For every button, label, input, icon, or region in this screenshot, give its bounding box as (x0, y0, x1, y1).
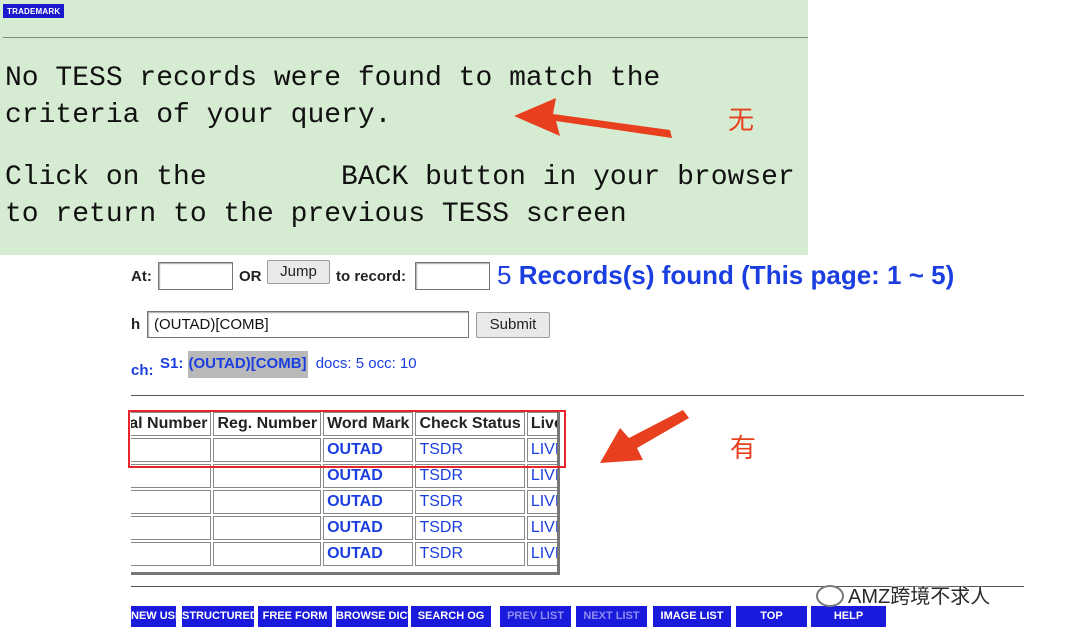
reg-number-cell (213, 490, 322, 514)
query-input[interactable] (147, 311, 469, 338)
structured-button[interactable]: STRUCTURED (182, 606, 254, 627)
highlight-box (128, 410, 566, 468)
word-mark-link[interactable]: OUTAD (323, 490, 414, 514)
tsdr-link[interactable]: TSDR (415, 516, 525, 540)
records-count: 5 (497, 260, 512, 290)
serial-number-cell[interactable] (131, 490, 212, 514)
no-results-panel: TRADEMARK No TESS records were found to … (0, 0, 808, 255)
results-divider-top (131, 395, 1024, 396)
prev-list-button[interactable]: PREV LIST (500, 606, 571, 627)
reg-number-cell (213, 542, 322, 566)
word-mark-link[interactable]: OUTAD (323, 516, 414, 540)
search-stats: docs: 5 occ: 10 (315, 355, 417, 372)
no-records-line-1: No TESS records were found to match the (5, 63, 661, 94)
no-records-line-2: criteria of your query. (5, 100, 392, 131)
divider (3, 37, 808, 38)
live-status-cell: LIVE (526, 490, 557, 514)
image-list-button[interactable]: IMAGE LIST (653, 606, 731, 627)
search-history-entry: S1: (OUTAD)[COMB] docs: 5 occ: 10 (160, 351, 417, 378)
live-status-cell: LIVE (526, 516, 557, 540)
trademark-badge: TRADEMARK (3, 4, 65, 18)
live-status-cell: LIVE (526, 542, 557, 566)
table-row: OUTAD TSDR LIVE (131, 542, 557, 566)
tsdr-link[interactable]: TSDR (415, 490, 525, 514)
reg-number-cell (213, 516, 322, 540)
browse-dict-button[interactable]: BROWSE DICT (336, 606, 408, 627)
arrow-have-icon (600, 410, 689, 463)
query-label: h (131, 316, 141, 333)
back-instruction: Click on the BACK button in your browser… (5, 159, 795, 233)
to-record-input[interactable] (415, 262, 490, 290)
annotation-none-label: 无 (728, 106, 755, 136)
annotation-have-label: 有 (730, 434, 757, 464)
serial-number-cell[interactable] (131, 542, 212, 566)
help-button[interactable]: HELP (811, 606, 886, 627)
serial-number-cell[interactable] (131, 516, 212, 540)
watermark-text: AMZ跨境不求人 (848, 586, 991, 608)
top-button[interactable]: TOP (736, 606, 807, 627)
records-found-text: 5 Records(s) found (This page: 1 ~ 5) (497, 260, 954, 291)
records-found-label: Records(s) found (This page: 1 ~ 5) (518, 260, 955, 290)
watermark: AMZ跨境不求人 (816, 580, 990, 609)
tsdr-link[interactable]: TSDR (415, 542, 525, 566)
search-number: S1: (160, 355, 184, 372)
at-label: At: (131, 268, 152, 285)
back-instruction-line-1: Click on the BACK button in your browser (5, 162, 795, 193)
free-form-button[interactable]: FREE FORM (258, 606, 332, 627)
jump-button[interactable]: Jump (267, 260, 330, 284)
at-record-input[interactable] (158, 262, 233, 290)
or-label: OR (239, 268, 262, 285)
search-history-label: ch: (131, 362, 154, 379)
search-query-link[interactable]: (OUTAD)[COMB] (187, 351, 308, 378)
word-mark-link[interactable]: OUTAD (323, 542, 414, 566)
submit-button[interactable]: Submit (476, 312, 550, 338)
table-row: OUTAD TSDR LIVE (131, 516, 557, 540)
back-instruction-line-2: to return to the previous TESS screen (5, 199, 627, 230)
no-records-message: No TESS records were found to match the … (5, 60, 660, 134)
next-list-button[interactable]: NEXT LIST (576, 606, 647, 627)
search-og-button[interactable]: SEARCH OG (411, 606, 491, 627)
new-user-button[interactable]: NEW USER (131, 606, 176, 627)
table-row: OUTAD TSDR LIVE (131, 490, 557, 514)
wechat-icon (816, 584, 844, 607)
to-record-label: to record: (336, 268, 407, 285)
